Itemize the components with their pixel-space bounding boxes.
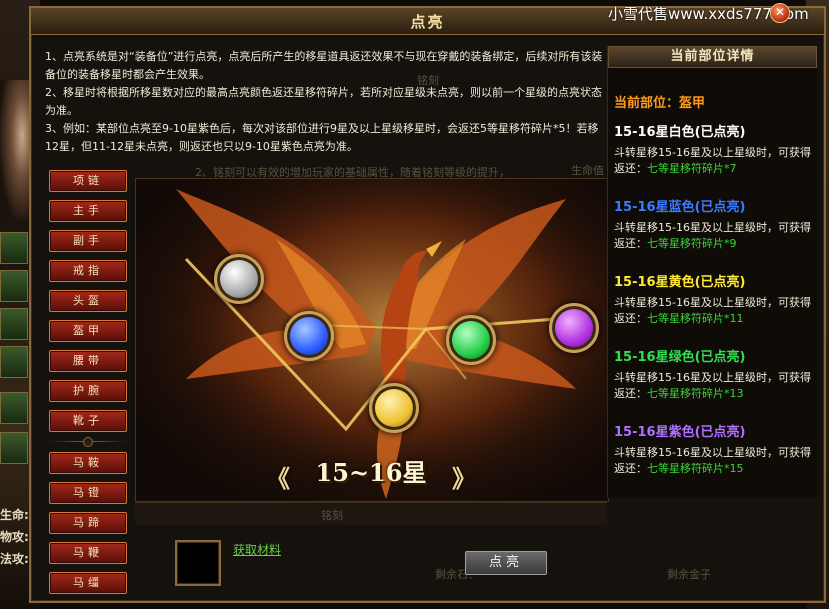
- tier-title: 15-16星蓝色(已点亮): [614, 200, 746, 215]
- blue-orb[interactable]: [284, 311, 334, 361]
- green-orb[interactable]: [446, 315, 496, 365]
- slot-button-saddle[interactable]: 马鞍: [49, 452, 127, 474]
- background-text: 剩余金子: [667, 568, 711, 581]
- tier-desc: 斗转星移15-16星及以上星级时，可获得返还：七等星移符碎片*9: [614, 221, 811, 250]
- tier-white: 15-16星白色(已点亮) 斗转星移15-16星及以上星级时，可获得返还：七等星…: [614, 124, 819, 177]
- star-range-label: 15~16星: [315, 458, 427, 487]
- tier-desc: 斗转星移15-16星及以上星级时，可获得返还：七等星移符碎片*15: [614, 446, 811, 475]
- rules-text: 1、点亮系统是对“装备位”进行点亮，点亮后所产生的移星道具返还效果不与现在穿戴的…: [45, 48, 605, 156]
- slot-button-whip[interactable]: 马鞭: [49, 542, 127, 564]
- slot-button-rein[interactable]: 马缰: [49, 572, 127, 594]
- slot-button-horseshoe[interactable]: 马蹄: [49, 512, 127, 534]
- get-material-link[interactable]: 获取材料: [233, 541, 281, 558]
- background-text: 铭刻: [321, 509, 343, 522]
- side-inventory-slot[interactable]: [0, 432, 28, 464]
- side-inventory-slot[interactable]: [0, 270, 28, 302]
- hero-stat-hp: 生命:: [0, 508, 29, 522]
- rule-3: 3、例如：某部位点亮至9-10星紫色后，每次对该部位进行9星及以上星级移星时，会…: [45, 122, 599, 153]
- phoenix-display: 《 15~16星 》: [135, 178, 609, 502]
- tier-blue: 15-16星蓝色(已点亮) 斗转星移15-16星及以上星级时，可获得返还：七等星…: [614, 199, 819, 252]
- slot-button-ring[interactable]: 戒指: [49, 260, 127, 282]
- rule-1: 1、点亮系统是对“装备位”进行点亮，点亮后所产生的移星道具返还效果不与现在穿戴的…: [45, 50, 603, 81]
- side-inventory-slot[interactable]: [0, 308, 28, 340]
- chevron-right-icon[interactable]: 》: [452, 459, 476, 494]
- close-button[interactable]: ✕: [770, 3, 790, 23]
- slot-button-main-hand[interactable]: 主手: [49, 200, 127, 222]
- tier-green: 15-16星绿色(已点亮) 斗转星移15-16星及以上星级时，可获得返还：七等星…: [614, 349, 819, 402]
- gold-orb[interactable]: [369, 383, 419, 433]
- phoenix-art: [136, 179, 608, 501]
- bottom-strip: 铭刻: [135, 502, 607, 525]
- side-inventory-slot[interactable]: [0, 232, 28, 264]
- hero-stat-patk: 物攻:: [0, 530, 29, 544]
- side-inventory-slot[interactable]: [0, 346, 28, 378]
- current-part-label: 当前部位：盔甲: [614, 96, 706, 111]
- tier-purple: 15-16星紫色(已点亮) 斗转星移15-16星及以上星级时，可获得返还：七等星…: [614, 424, 819, 477]
- tier-title: 15-16星白色(已点亮): [614, 125, 746, 140]
- material-slot[interactable]: [175, 540, 221, 586]
- background-text: 生命值: [571, 164, 604, 177]
- detail-panel: 当前部位详情 当前部位：盔甲 15-16星白色(已点亮) 斗转星移15-16星及…: [607, 46, 817, 498]
- slot-button-off-hand[interactable]: 副手: [49, 230, 127, 252]
- light-up-button[interactable]: 点亮: [465, 551, 547, 575]
- tier-yellow: 15-16星黄色(已点亮) 斗转星移15-16星及以上星级时，可获得返还：七等星…: [614, 274, 819, 327]
- slot-button-bracer[interactable]: 护腕: [49, 380, 127, 402]
- slot-button-armor[interactable]: 盔甲: [49, 320, 127, 342]
- slot-button-necklace[interactable]: 项链: [49, 170, 127, 192]
- slot-button-belt[interactable]: 腰带: [49, 350, 127, 372]
- purple-orb[interactable]: [549, 303, 599, 353]
- star-range-banner: 《 15~16星 》: [266, 457, 476, 493]
- detail-panel-header: 当前部位详情: [608, 46, 817, 68]
- tier-desc: 斗转星移15-16星及以上星级时，可获得返还：七等星移符碎片*7: [614, 146, 811, 175]
- hero-stat-matk: 法攻:: [0, 552, 29, 566]
- chevron-left-icon[interactable]: 《: [266, 459, 290, 494]
- slot-button-stirrup[interactable]: 马镫: [49, 482, 127, 504]
- slot-divider-ornament: [83, 437, 93, 447]
- tier-title: 15-16星紫色(已点亮): [614, 425, 746, 440]
- white-orb[interactable]: [214, 254, 264, 304]
- tier-title: 15-16星黄色(已点亮): [614, 275, 746, 290]
- rule-2: 2、移星时将根据所移星数对应的最高点亮颜色返还星移符碎片，若所对应星级未点亮，则…: [45, 86, 602, 117]
- tier-title: 15-16星绿色(已点亮): [614, 350, 746, 365]
- tier-desc: 斗转星移15-16星及以上星级时，可获得返还：七等星移符碎片*11: [614, 296, 811, 325]
- light-up-dialog: 点亮 铭刻 2、铭刻可以有效的增加玩家的基础属性，随着铭刻等级的提升， 生命值 …: [29, 6, 826, 603]
- tier-desc: 斗转星移15-16星及以上星级时，可获得返还：七等星移符碎片*13: [614, 371, 811, 400]
- slot-button-helmet[interactable]: 头盔: [49, 290, 127, 312]
- slot-button-boots[interactable]: 靴子: [49, 410, 127, 432]
- side-inventory-slot[interactable]: [0, 392, 28, 424]
